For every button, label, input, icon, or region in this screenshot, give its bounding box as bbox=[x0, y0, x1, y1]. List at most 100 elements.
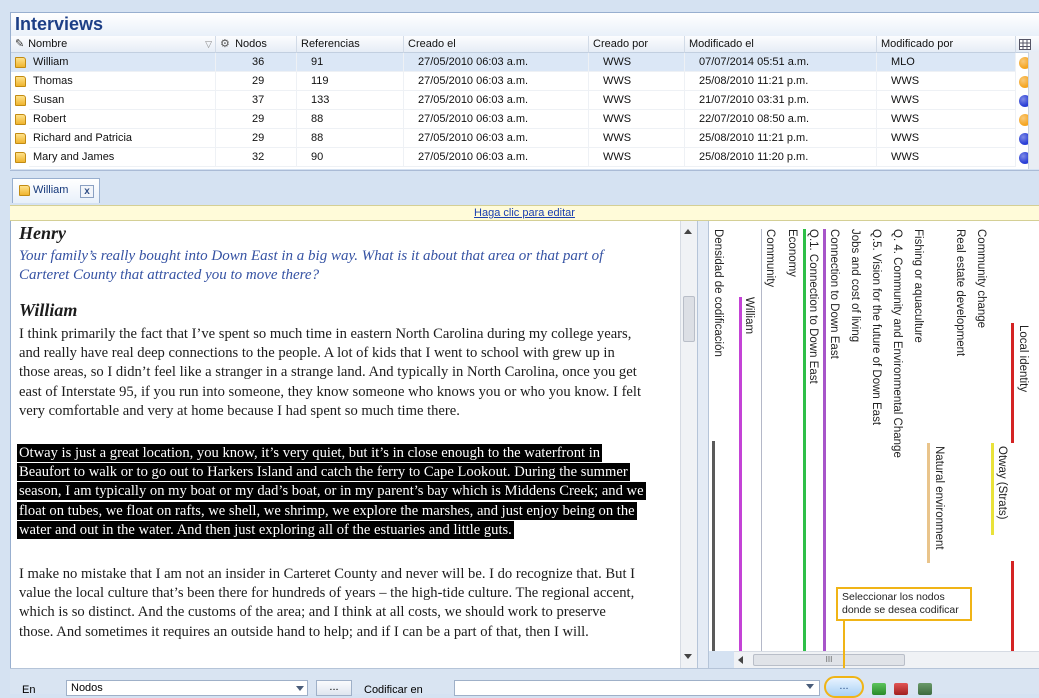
folder-icon bbox=[15, 152, 26, 163]
speaker-name: Henry bbox=[19, 223, 66, 243]
coding-tool-icon[interactable] bbox=[918, 683, 932, 695]
row-modified-by: WWS bbox=[877, 91, 1016, 110]
folder-icon bbox=[15, 133, 26, 144]
tab-william[interactable]: William x bbox=[12, 178, 100, 203]
table-row[interactable]: William 36 91 27/05/2010 06:03 a.m. WWS … bbox=[11, 53, 1031, 72]
stripe-label-economy[interactable]: Economy bbox=[786, 229, 798, 277]
document-scrollbar[interactable] bbox=[680, 221, 697, 668]
tab-label: William bbox=[33, 184, 69, 196]
row-name: Susan bbox=[29, 91, 216, 110]
row-refs: 88 bbox=[297, 110, 404, 129]
nodes-icon: ⚙ bbox=[220, 38, 230, 50]
stripe-label-jobs[interactable]: Jobs and cost of living bbox=[849, 229, 861, 342]
stripe-label-q4[interactable]: Q. 4. Community and Environmental Change bbox=[891, 229, 903, 458]
stripe-label-william[interactable]: William bbox=[743, 297, 755, 334]
filter-icon[interactable]: ▽ bbox=[205, 36, 212, 53]
nodes-select-value: Nodos bbox=[71, 682, 103, 694]
row-modified: 25/08/2010 11:21 p.m. bbox=[685, 72, 877, 91]
column-header-nombre[interactable]: ✎ Nombre ▽ bbox=[11, 36, 216, 53]
interviews-table: ✎ Nombre ▽ ⚙ Nodos Referencias Creado el… bbox=[10, 36, 1039, 169]
speaker-name: William bbox=[19, 300, 78, 320]
stripe-label-otway[interactable]: Otway (Strats) bbox=[996, 446, 1008, 519]
row-refs: 133 bbox=[297, 91, 404, 110]
scroll-up-icon[interactable] bbox=[684, 229, 692, 234]
stripe-label-connection[interactable]: Connection to Down East bbox=[828, 229, 840, 359]
table-row[interactable]: Thomas 29 119 27/05/2010 06:03 a.m. WWS … bbox=[11, 72, 1031, 91]
row-created: 27/05/2010 06:03 a.m. bbox=[404, 72, 589, 91]
uncode-icon[interactable] bbox=[894, 683, 908, 695]
stripe-bar-connection[interactable] bbox=[823, 229, 826, 651]
stripes-horizontal-scrollbar[interactable]: III bbox=[734, 651, 1039, 668]
stripe-label-q5[interactable]: Q.5. Vision for the future of Down East bbox=[870, 229, 882, 425]
paragraph: I make no mistake that I am not an insid… bbox=[19, 566, 636, 640]
stripe-bar-local-identity-1[interactable] bbox=[1011, 323, 1014, 443]
row-modified: 25/08/2010 11:21 p.m. bbox=[685, 129, 877, 148]
scroll-thumb[interactable] bbox=[683, 296, 695, 342]
interviewer-question: Your family’s really bought into Down Ea… bbox=[19, 248, 604, 283]
stripe-bar-community[interactable] bbox=[761, 229, 762, 651]
table-row[interactable]: Robert 29 88 27/05/2010 06:03 a.m. WWS 2… bbox=[11, 110, 1031, 129]
column-chooser-icon[interactable] bbox=[1016, 36, 1039, 53]
row-nodes: 29 bbox=[216, 72, 297, 91]
column-header-modificado-por[interactable]: Modificado por bbox=[877, 36, 1016, 53]
column-header-creado-por[interactable]: Creado por bbox=[589, 36, 685, 53]
stripe-label-fishing[interactable]: Fishing or aquaculture bbox=[912, 229, 924, 343]
row-refs: 119 bbox=[297, 72, 404, 91]
column-header-nodos[interactable]: ⚙ Nodos bbox=[216, 36, 297, 53]
row-nodes: 32 bbox=[216, 148, 297, 167]
stripe-label-density[interactable]: Densidad de codificación bbox=[712, 229, 724, 357]
table-row[interactable]: Susan 37 133 27/05/2010 06:03 a.m. WWS 2… bbox=[11, 91, 1031, 110]
row-modified: 07/07/2014 05:51 a.m. bbox=[685, 53, 877, 72]
document-text-pane[interactable]: Henry Your family’s really bought into D… bbox=[10, 221, 680, 668]
pin-icon: ✎ bbox=[15, 38, 25, 50]
row-created: 27/05/2010 06:03 a.m. bbox=[404, 91, 589, 110]
pane-splitter[interactable] bbox=[697, 221, 709, 668]
stripe-bar-otway[interactable] bbox=[991, 443, 994, 535]
paragraph: I think primarily the fact that I’ve spe… bbox=[19, 326, 642, 419]
scroll-thumb[interactable]: III bbox=[753, 654, 905, 666]
select-nodes-button[interactable]: ... bbox=[824, 676, 864, 698]
edit-notice-bar: Haga clic para editar bbox=[10, 205, 1039, 221]
folder-icon bbox=[19, 185, 30, 196]
table-row[interactable]: Mary and James 32 90 27/05/2010 06:03 a.… bbox=[11, 148, 1031, 167]
row-created: 27/05/2010 06:03 a.m. bbox=[404, 53, 589, 72]
chevron-down-icon[interactable] bbox=[806, 684, 814, 689]
column-header-referencias[interactable]: Referencias bbox=[297, 36, 404, 53]
view-header: Interviews bbox=[10, 12, 1039, 36]
stripe-label-local-identity[interactable]: Local identity bbox=[1017, 325, 1029, 392]
table-row[interactable]: Richard and Patricia 29 88 27/05/2010 06… bbox=[11, 129, 1031, 148]
column-header-modificado-el[interactable]: Modificado el bbox=[685, 36, 877, 53]
row-refs: 88 bbox=[297, 129, 404, 148]
stripe-bar-natural[interactable] bbox=[927, 443, 930, 563]
code-icon[interactable] bbox=[872, 683, 886, 695]
stripe-label-community[interactable]: Community bbox=[764, 229, 776, 287]
stripe-label-q1[interactable]: Q.1. Connection to Down East bbox=[807, 229, 819, 384]
folder-icon bbox=[15, 57, 26, 68]
column-header-creado-el[interactable]: Creado el bbox=[404, 36, 589, 53]
row-created-by: WWS bbox=[589, 53, 685, 72]
paragraph-selected[interactable]: Otway is just a great location, you know… bbox=[17, 444, 646, 540]
stripe-bar-local-identity-2[interactable] bbox=[1011, 561, 1014, 651]
close-icon[interactable]: x bbox=[80, 185, 94, 198]
row-created-by: WWS bbox=[589, 91, 685, 110]
row-name: Richard and Patricia bbox=[29, 129, 216, 148]
row-name: Robert bbox=[29, 110, 216, 129]
stripe-bar-william[interactable] bbox=[739, 297, 742, 651]
stripe-label-real-estate[interactable]: Real estate development bbox=[954, 229, 966, 356]
click-to-edit-link[interactable]: Haga clic para editar bbox=[474, 207, 575, 219]
callout-connector bbox=[843, 621, 845, 675]
code-at-label: Codificar en bbox=[364, 684, 423, 696]
stripe-label-community-change[interactable]: Community change bbox=[975, 229, 987, 328]
folder-icon bbox=[15, 95, 26, 106]
row-nodes: 29 bbox=[216, 129, 297, 148]
table-scrollbar[interactable] bbox=[1028, 52, 1039, 169]
callout-tooltip: Seleccionar los nodos donde se desea cod… bbox=[836, 587, 972, 621]
row-nodes: 36 bbox=[216, 53, 297, 72]
scroll-left-icon[interactable] bbox=[738, 656, 743, 664]
row-refs: 90 bbox=[297, 148, 404, 167]
scroll-down-icon[interactable] bbox=[684, 654, 692, 659]
row-name: Mary and James bbox=[29, 148, 216, 167]
stripe-bar-economy[interactable] bbox=[803, 229, 806, 651]
stripe-label-natural[interactable]: Natural environment bbox=[933, 446, 945, 550]
row-nodes: 29 bbox=[216, 110, 297, 129]
